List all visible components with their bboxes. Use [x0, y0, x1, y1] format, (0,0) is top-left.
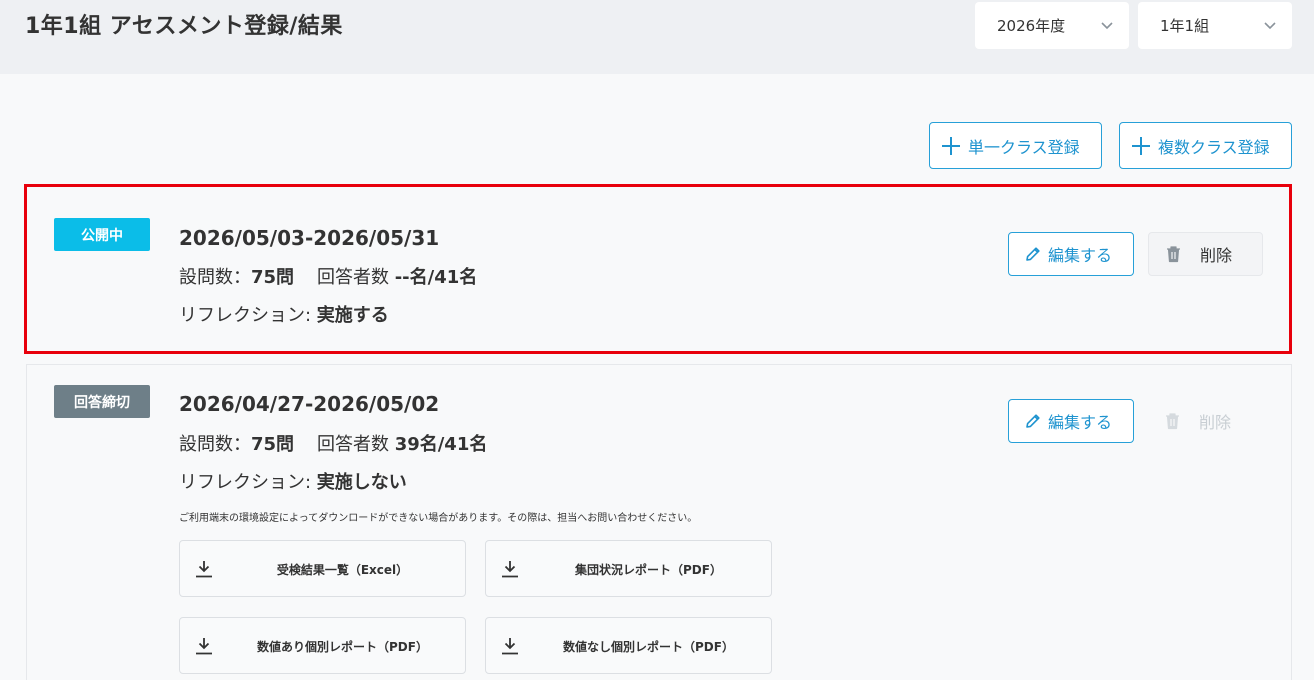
delete-label: 削除	[1199, 413, 1232, 432]
class-select-value: 1年1組	[1160, 17, 1210, 35]
download-notice: ご利用端末の環境設定によってダウンロードができない場合があります。その際は、担当…	[179, 513, 698, 524]
reflection-row: リフレクション: 実施する	[179, 303, 389, 329]
plus-icon	[942, 136, 960, 155]
status-badge: 公開中	[54, 218, 150, 251]
assessment-period: 2026/05/03-2026/05/31	[179, 226, 440, 250]
question-count: 75問	[251, 267, 295, 288]
edit-label: 編集する	[1048, 413, 1113, 432]
multi-class-register-label: 複数クラス登録	[1158, 137, 1270, 157]
respondent-count: --名/41名	[394, 267, 478, 288]
download-button[interactable]: 数値なし個別レポート（PDF）	[485, 617, 772, 674]
multi-class-register-button[interactable]: 複数クラス登録	[1119, 122, 1292, 169]
reflection-label: リフレクション:	[179, 305, 317, 326]
year-select-value: 2026年度	[997, 17, 1066, 35]
download-icon	[196, 561, 212, 578]
chevron-down-icon	[1264, 22, 1276, 30]
download-icon	[502, 638, 518, 655]
download-label: 受検結果一覧（Excel）	[276, 563, 409, 577]
reflection-label: リフレクション:	[179, 472, 317, 493]
assessment-stats: 設問数：75問 回答者数 --名/41名	[179, 265, 477, 291]
plus-icon	[1132, 136, 1150, 155]
assessment-stats: 設問数：75問 回答者数 39名/41名	[179, 432, 487, 458]
download-label: 集団状況レポート（PDF）	[575, 563, 722, 577]
question-count: 75問	[251, 434, 295, 455]
chevron-down-icon	[1101, 22, 1113, 30]
download-icon	[196, 638, 212, 655]
delete-button[interactable]: 削除	[1148, 399, 1263, 443]
download-label: 数値あり個別レポート（PDF）	[257, 640, 428, 654]
reflection-value: 実施する	[316, 305, 389, 326]
respondent-label: 回答者数	[316, 267, 395, 288]
edit-button[interactable]: 編集する	[1008, 232, 1134, 276]
pencil-icon	[1026, 414, 1040, 428]
single-class-register-button[interactable]: 単一クラス登録	[929, 122, 1102, 169]
edit-label: 編集する	[1048, 246, 1113, 265]
pencil-icon	[1026, 247, 1040, 261]
page-header: 1年1組 アセスメント登録/結果 2026年度 1年1組	[0, 0, 1314, 74]
edit-button[interactable]: 編集する	[1008, 399, 1134, 443]
single-class-register-label: 単一クラス登録	[968, 137, 1080, 157]
trash-icon	[1166, 413, 1179, 430]
reflection-row: リフレクション: 実施しない	[179, 470, 407, 496]
status-badge: 回答締切	[54, 385, 150, 418]
respondent-count: 39名/41名	[394, 434, 488, 455]
page-title: 1年1組 アセスメント登録/結果	[25, 14, 343, 39]
question-count-label: 設問数：	[179, 267, 251, 288]
year-select[interactable]: 2026年度	[975, 2, 1129, 49]
download-button[interactable]: 受検結果一覧（Excel）	[179, 540, 466, 597]
reflection-value: 実施しない	[316, 472, 407, 493]
download-button[interactable]: 集団状況レポート（PDF）	[485, 540, 772, 597]
download-icon	[502, 561, 518, 578]
download-label: 数値なし個別レポート（PDF）	[563, 640, 734, 654]
class-select[interactable]: 1年1組	[1138, 2, 1292, 49]
assessment-period: 2026/04/27-2026/05/02	[179, 392, 440, 416]
trash-icon	[1167, 246, 1180, 263]
delete-button[interactable]: 削除	[1148, 232, 1263, 276]
question-count-label: 設問数：	[179, 434, 251, 455]
respondent-label: 回答者数	[316, 434, 395, 455]
delete-label: 削除	[1200, 246, 1233, 265]
download-button[interactable]: 数値あり個別レポート（PDF）	[179, 617, 466, 674]
